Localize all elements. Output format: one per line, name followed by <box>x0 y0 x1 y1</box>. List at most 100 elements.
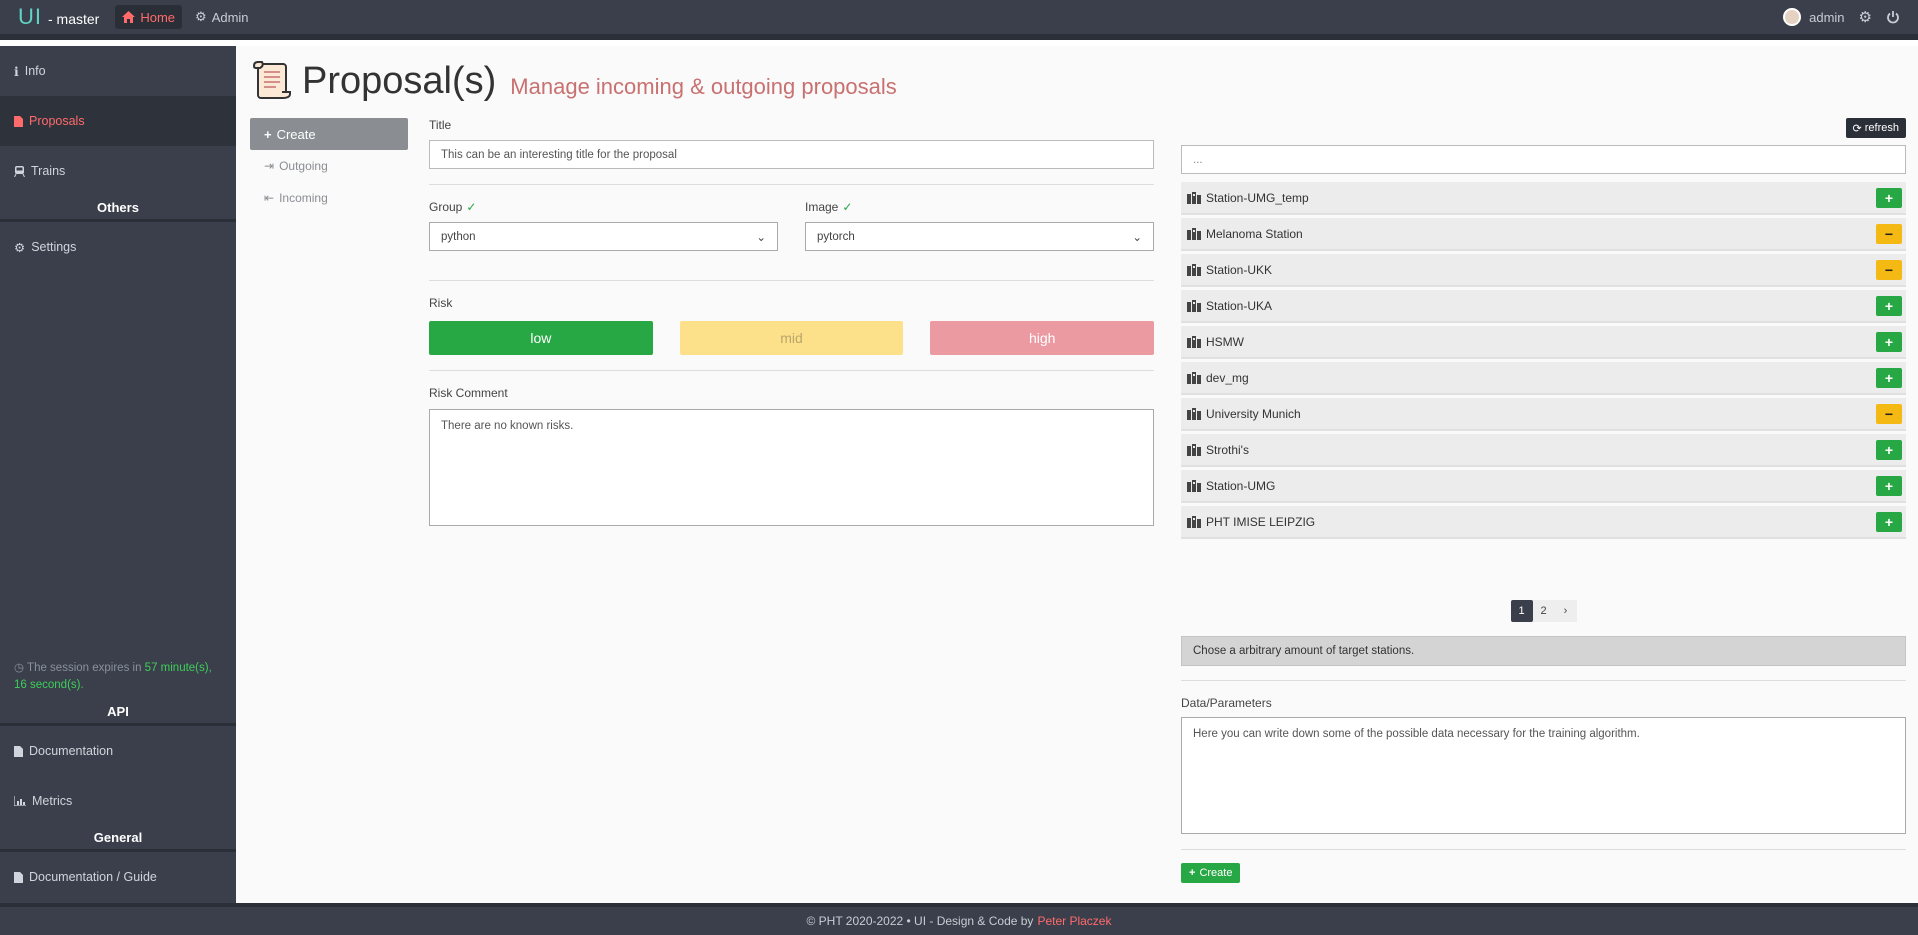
title-label: Title <box>429 118 1154 132</box>
scroll-icon <box>252 61 291 99</box>
sidebar-item-label: Info <box>24 64 46 78</box>
station-row: PHT IMISE LEIPZIG + <box>1181 506 1906 539</box>
file-icon <box>14 871 23 883</box>
add-station-button[interactable]: + <box>1876 331 1902 352</box>
hospital-icon <box>1187 443 1201 456</box>
nav-home[interactable]: Home <box>115 5 183 29</box>
sidebar-item-label: Proposals <box>29 114 85 128</box>
create-proposal-button[interactable]: + Create <box>1181 863 1241 883</box>
file-import-icon: ⇤ <box>264 191 275 205</box>
subnav-create[interactable]: + Create <box>250 118 408 150</box>
footer-author-link[interactable]: Peter Placzek <box>1037 914 1111 928</box>
user-dropdown[interactable]: admin <box>1783 8 1845 26</box>
risk-mid-button[interactable]: mid <box>679 321 904 355</box>
train-icon <box>14 165 25 177</box>
station-list: Station-UMG_temp + Melanoma Station − Statio… <box>1181 182 1906 542</box>
risk-comment-label: Risk Comment <box>429 386 1154 400</box>
station-name: HSMW <box>1206 334 1244 349</box>
sidebar-item-info[interactable]: ℹ Info <box>0 46 236 96</box>
station-search-input[interactable]: ... <box>1181 145 1906 174</box>
hospital-icon <box>1187 191 1201 204</box>
sidebar-item-label: Metrics <box>32 794 73 808</box>
data-params-label-text: Data/Parameters <box>1181 696 1272 710</box>
page-2[interactable]: 2 <box>1532 600 1555 622</box>
top-navbar: UI - master Home ⚙ Admin admin ⚙ <box>0 0 1918 40</box>
divider <box>429 184 1154 185</box>
brand[interactable]: UI - master <box>18 4 99 30</box>
file-icon <box>14 115 23 127</box>
data-params-text: Here you can write down some of the poss… <box>1193 728 1640 740</box>
session-timer: ◷ The session expires in 57 minute(s), 1… <box>14 660 224 694</box>
divider <box>1181 849 1906 850</box>
remove-station-button[interactable]: − <box>1876 223 1902 244</box>
sidebar-item-metrics[interactable]: Metrics <box>0 776 236 826</box>
nav-home-label: Home <box>140 9 176 25</box>
plus-icon: + <box>264 126 272 142</box>
risk-high-button[interactable]: high <box>930 321 1155 355</box>
settings-gear-icon[interactable]: ⚙ <box>1859 8 1872 26</box>
file-export-icon: ⇥ <box>264 159 275 173</box>
remove-station-button[interactable]: − <box>1876 259 1902 280</box>
hospital-icon <box>1187 371 1201 384</box>
data-params-textarea[interactable]: Here you can write down some of the poss… <box>1181 717 1906 834</box>
subnav-incoming-label: Incoming <box>279 191 328 205</box>
add-station-button[interactable]: + <box>1876 475 1902 496</box>
add-station-button[interactable]: + <box>1876 187 1902 208</box>
station-hint: Chose a arbitrary amount of target stati… <box>1181 636 1906 666</box>
group-select-value: python <box>441 230 476 243</box>
sidebar-item-documentation[interactable]: Documentation <box>0 726 236 776</box>
user-menu: admin ⚙ <box>1783 8 1900 26</box>
station-row: HSMW + <box>1181 326 1906 359</box>
chart-icon <box>14 796 26 806</box>
hospital-icon <box>1187 479 1201 492</box>
risk-comment-textarea[interactable]: There are no known risks. <box>429 409 1154 526</box>
hospital-icon <box>1187 299 1201 312</box>
create-proposal-label: Create <box>1199 867 1233 879</box>
clock-icon: ◷ <box>14 662 25 674</box>
image-label: Image ✓ <box>805 200 1154 214</box>
nav-admin-label: Admin <box>211 9 249 25</box>
file-icon <box>14 745 23 757</box>
sidebar-heading-others: Others <box>0 196 236 222</box>
plus-icon: + <box>1189 867 1196 879</box>
divider <box>429 280 1154 281</box>
sidebar-item-guide[interactable]: Documentation / Guide <box>0 852 236 902</box>
sidebar-item-trains[interactable]: Trains <box>0 146 236 196</box>
gear-icon: ⚙ <box>14 240 26 255</box>
avatar <box>1783 8 1802 26</box>
title-input[interactable]: This can be an interesting title for the… <box>429 140 1154 169</box>
subnav-incoming[interactable]: ⇤ Incoming <box>250 182 408 214</box>
sidebar-item-proposals[interactable]: Proposals <box>0 96 236 146</box>
check-icon: ✓ <box>466 200 477 214</box>
station-row: dev_mg + <box>1181 362 1906 395</box>
session-prefix: The session expires in <box>27 662 142 674</box>
brand-logo: UI <box>18 4 42 29</box>
nav-admin[interactable]: ⚙ Admin <box>188 5 256 29</box>
group-select[interactable]: python ⌄ <box>429 222 778 251</box>
hospital-icon <box>1187 263 1201 276</box>
next-page-icon[interactable]: › <box>1554 600 1577 622</box>
info-icon: ℹ <box>14 63 19 79</box>
sidebar: ℹ Info Proposals Trains Others ⚙ Setting… <box>0 46 236 903</box>
station-row: Station-UKK − <box>1181 254 1906 287</box>
risk-low-button[interactable]: low <box>429 321 653 355</box>
sidebar-heading-general: General <box>0 826 236 852</box>
subnav-outgoing[interactable]: ⇥ Outgoing <box>250 150 408 182</box>
image-select[interactable]: pytorch ⌄ <box>805 222 1154 251</box>
power-icon[interactable] <box>1886 10 1900 24</box>
remove-station-button[interactable]: − <box>1876 403 1902 424</box>
add-station-button[interactable]: + <box>1876 367 1902 388</box>
main-content: Proposal(s) Manage incoming & outgoing p… <box>236 46 1918 903</box>
top-nav: Home ⚙ Admin <box>115 5 255 29</box>
page-1[interactable]: 1 <box>1510 600 1533 622</box>
add-station-button[interactable]: + <box>1876 295 1902 316</box>
page-title: Proposal(s) <box>302 60 497 102</box>
add-station-button[interactable]: + <box>1876 439 1902 460</box>
title-label-text: Title <box>429 118 452 132</box>
footer: © PHT 2020-2022 • UI - Design & Code by … <box>0 903 1918 935</box>
refresh-button[interactable]: ⟳ refresh <box>1845 118 1906 138</box>
session-minutes: 57 minute(s), <box>144 662 212 674</box>
sidebar-item-settings[interactable]: ⚙ Settings <box>0 222 236 272</box>
add-station-button[interactable]: + <box>1876 511 1902 532</box>
session-seconds: 16 second(s). <box>14 679 84 691</box>
